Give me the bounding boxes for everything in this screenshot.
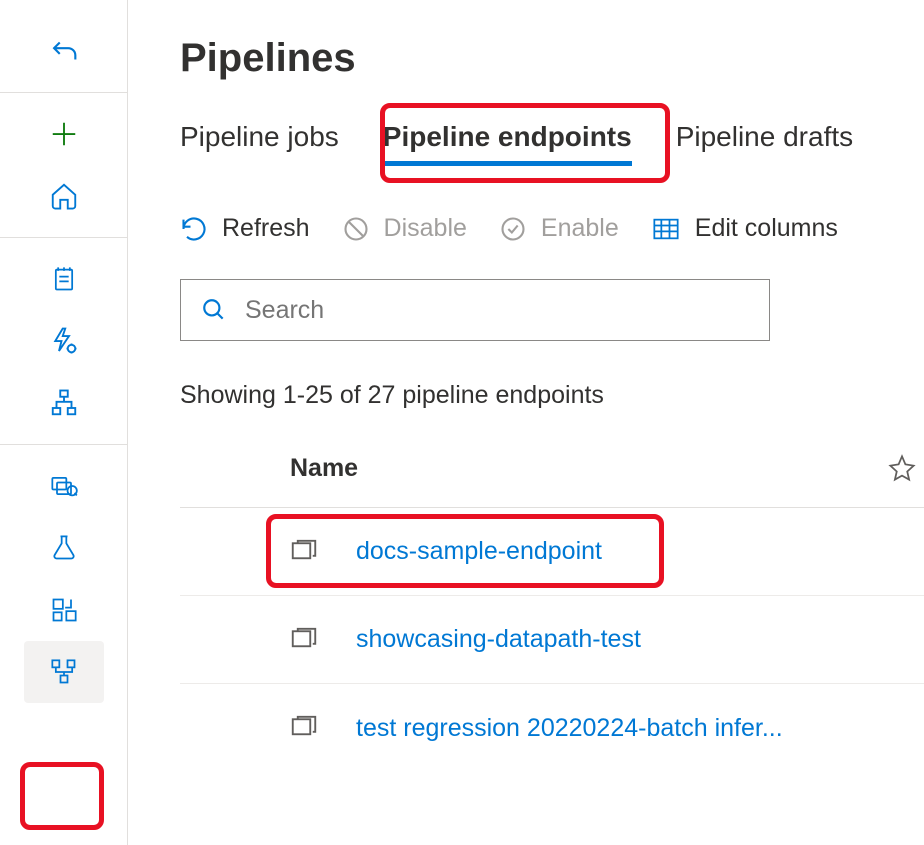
annotation-sidebar-highlight [20,762,104,830]
table-row[interactable]: test regression 20220224-batch infer... [180,684,924,772]
col-name: Name [290,454,358,483]
back-arrow-icon [47,34,81,68]
page-title: Pipelines [180,36,924,81]
endpoint-link[interactable]: docs-sample-endpoint [356,537,602,566]
refresh-icon [180,215,208,243]
edit-columns-button[interactable]: Edit columns [651,214,838,243]
sidebar-jobs[interactable] [24,517,104,579]
columns-icon [651,215,681,243]
stack-icon [288,713,320,743]
star-icon [888,454,916,482]
sidebar-add[interactable] [24,103,104,165]
plus-icon [49,119,79,149]
favorite-column[interactable] [888,454,916,489]
search-icon [201,297,227,323]
enable-icon [499,215,527,243]
search-box[interactable] [180,279,770,341]
disable-button[interactable]: Disable [342,214,467,243]
tree-icon [49,388,79,418]
status-text: Showing 1-25 of 27 pipeline endpoints [180,381,924,410]
search-input[interactable] [243,295,749,326]
stack-icon [288,625,320,655]
disable-label: Disable [384,214,467,243]
sidebar-back[interactable] [24,20,104,82]
main-content: Pipelines Pipeline jobs Pipeline endpoin… [128,0,924,845]
sidebar-automated[interactable] [24,310,104,372]
edit-columns-label: Edit columns [695,214,838,243]
home-icon [49,181,79,211]
sidebar-notebooks[interactable] [24,248,104,310]
sidebar-pipelines[interactable] [24,641,104,703]
stack-icon [288,537,320,567]
refresh-label: Refresh [222,214,310,243]
tab-pipeline-endpoints[interactable]: Pipeline endpoints [383,121,632,166]
refresh-button[interactable]: Refresh [180,214,310,243]
table-row[interactable]: docs-sample-endpoint [180,508,924,596]
sidebar [0,0,128,845]
components-icon [50,596,78,624]
toolbar: Refresh Disable Enable Edit columns [180,214,924,243]
sidebar-designer[interactable] [24,372,104,434]
table-row[interactable]: showcasing-datapath-test [180,596,924,684]
flask-icon [50,533,78,563]
endpoint-link[interactable]: test regression 20220224-batch infer... [356,714,783,743]
data-icon [48,472,80,500]
pipeline-icon [50,658,78,686]
enable-label: Enable [541,214,619,243]
sidebar-data[interactable] [24,455,104,517]
tab-pipeline-drafts[interactable]: Pipeline drafts [676,121,853,166]
lightning-gear-icon [49,326,79,356]
enable-button[interactable]: Enable [499,214,619,243]
notebook-icon [50,264,78,294]
sidebar-home[interactable] [24,165,104,227]
tab-pipeline-jobs[interactable]: Pipeline jobs [180,121,339,166]
endpoint-link[interactable]: showcasing-datapath-test [356,625,641,654]
sidebar-components[interactable] [24,579,104,641]
disable-icon [342,215,370,243]
table-header: Name [180,454,924,508]
tabs: Pipeline jobs Pipeline endpoints Pipelin… [180,121,924,166]
